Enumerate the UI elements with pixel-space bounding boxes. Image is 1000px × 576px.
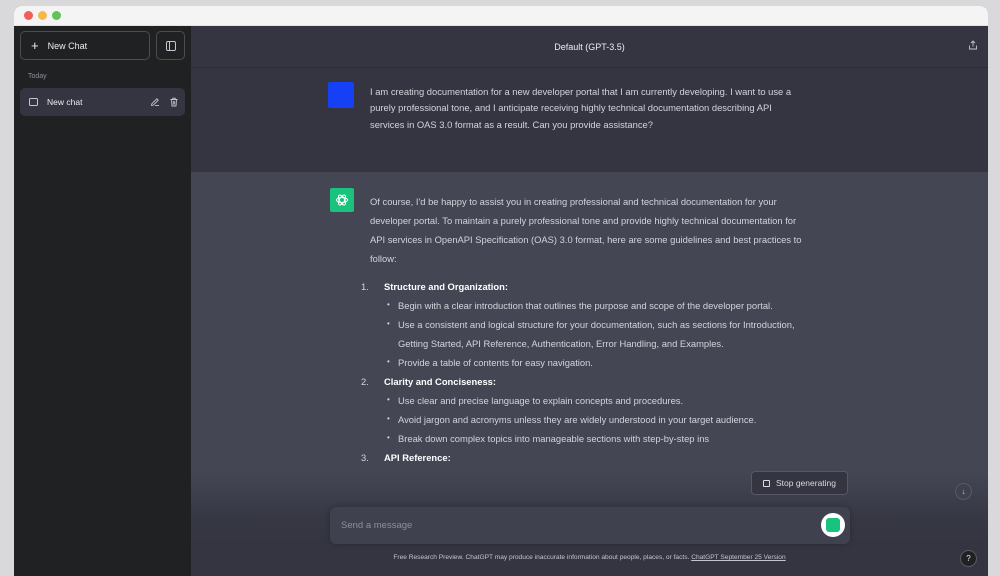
stop-generating-button[interactable]: Stop generating: [751, 471, 848, 495]
bullet-item: Begin with a clear introduction that out…: [384, 295, 810, 315]
minimize-window-button[interactable]: [38, 11, 47, 20]
new-chat-label: New Chat: [47, 40, 88, 51]
plus-icon: +: [31, 38, 39, 53]
list-item: 3. API Reference:: [361, 448, 810, 467]
user-avatar: [328, 82, 354, 108]
user-message-text: I am creating documentation for a new de…: [370, 86, 792, 130]
list-number: 3.: [361, 452, 369, 463]
zoom-window-button[interactable]: [52, 11, 61, 20]
send-button[interactable]: [821, 513, 845, 537]
section-heading: API Reference:: [384, 452, 451, 463]
sidebar: + New Chat Today New chat: [14, 26, 191, 576]
stop-generating-label: Stop generating: [775, 478, 837, 488]
guideline-list: 1. Structure and Organization: Begin wit…: [361, 277, 810, 467]
window-titlebar: [14, 6, 988, 26]
chatgpt-logo-icon: [330, 188, 354, 212]
message-composer: [330, 507, 850, 544]
assistant-intro-text: Of course, I'd be happy to assist you in…: [370, 196, 802, 264]
pencil-icon[interactable]: [150, 97, 160, 107]
bullet-item: Avoid jargon and acronyms unless they ar…: [384, 409, 810, 429]
user-message: I am creating documentation for a new de…: [191, 68, 988, 172]
bullet-item: Break down complex topics into manageabl…: [384, 428, 810, 448]
trash-icon[interactable]: [169, 97, 179, 107]
stop-icon: [762, 479, 770, 487]
message-input[interactable]: [330, 507, 800, 544]
model-title[interactable]: Default (GPT-3.5): [554, 42, 625, 52]
assistant-message-content: Of course, I'd be happy to assist you in…: [361, 192, 810, 467]
list-number: 1.: [361, 281, 369, 292]
app-window: + New Chat Today New chat Default (GPT-3…: [14, 6, 988, 576]
chat-main-area: Default (GPT-3.5) I am creating document…: [191, 26, 988, 576]
new-chat-button[interactable]: + New Chat: [20, 31, 150, 60]
close-window-button[interactable]: [24, 11, 33, 20]
section-heading: Structure and Organization:: [384, 281, 508, 292]
list-number: 2.: [361, 376, 369, 387]
bullet-item: Use clear and precise language to explai…: [384, 390, 810, 410]
sidebar-chat-item[interactable]: New chat: [20, 88, 185, 116]
list-item: 1. Structure and Organization: Begin wit…: [361, 277, 810, 372]
arrow-down-icon[interactable]: ↓: [955, 483, 972, 500]
chat-item-label: New chat: [47, 97, 83, 107]
sidebar-toggle-button[interactable]: [156, 31, 185, 60]
help-button[interactable]: ?: [960, 550, 977, 567]
version-link[interactable]: ChatGPT September 25 Version: [691, 554, 785, 561]
top-bar: Default (GPT-3.5): [191, 26, 988, 68]
bullet-item: Use a consistent and logical structure f…: [384, 314, 810, 353]
section-heading: Clarity and Conciseness:: [384, 376, 497, 387]
footer-disclaimer: Free Research Preview. ChatGPT may produ…: [191, 554, 988, 561]
footer-text: Free Research Preview. ChatGPT may produ…: [393, 554, 690, 561]
share-icon[interactable]: [968, 40, 978, 50]
list-item: 2. Clarity and Conciseness: Use clear an…: [361, 372, 810, 448]
sidebar-toggle-icon: [165, 40, 176, 51]
chat-bubble-icon: [29, 98, 38, 106]
send-icon: [826, 518, 840, 532]
history-section-label: Today: [28, 73, 47, 80]
bullet-item: Provide a table of contents for easy nav…: [384, 352, 810, 372]
